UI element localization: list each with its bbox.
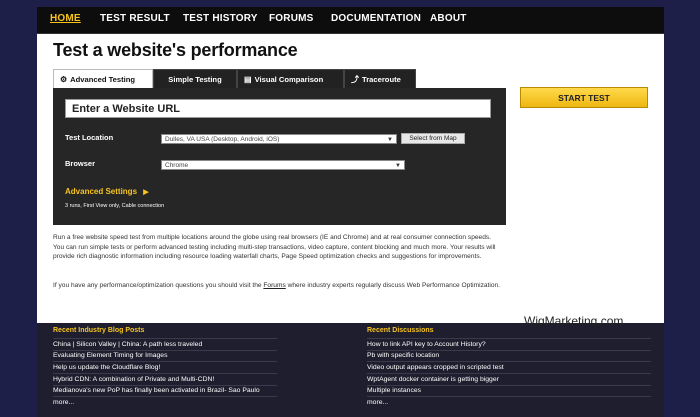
chevron-down-icon: ▼ [387,137,393,143]
blog-post-link[interactable]: Help us update the Cloudflare Blog! [53,363,333,373]
advanced-settings-toggle[interactable]: Advanced Settings ▶ [65,187,149,196]
forums-text-after: where industry experts regularly discuss… [285,282,501,289]
tab-advanced-testing[interactable]: ⚙ Advanced Testing [53,69,153,89]
tab-label: Traceroute [362,75,401,84]
discussion-link[interactable]: How to link API key to Account History? [367,340,657,350]
chevron-down-icon: ▼ [395,163,401,169]
main-content: Test a website's performance ⚙ Advanced T… [37,34,664,323]
blog-post-link[interactable]: China | Silicon Valley | China: A path l… [53,340,333,350]
select-from-map-button[interactable]: Select from Map [401,133,465,144]
forums-link[interactable]: Forums [263,282,285,289]
test-location-value: Dulles, VA USA (Desktop, Android, iOS) [165,136,280,143]
test-location-select[interactable]: Dulles, VA USA (Desktop, Android, iOS) ▼ [161,134,397,144]
divider [53,361,277,362]
tab-label: Simple Testing [168,75,222,84]
discussion-link[interactable]: Video output appears cropped in scripted… [367,363,657,373]
browser-select[interactable]: Chrome ▼ [161,160,405,170]
tab-simple-testing[interactable]: Simple Testing [153,69,237,88]
tab-label: Advanced Testing [70,75,136,84]
nav-home[interactable]: HOME [50,13,81,24]
tab-visual-comparison[interactable]: ▤ Visual Comparison [237,69,344,88]
tab-label: Visual Comparison [254,75,324,84]
window-frame [0,0,700,7]
discussion-link[interactable]: WptAgent docker container is getting big… [367,375,657,385]
divider [53,396,277,397]
blog-post-link[interactable]: Medianova's new PoP has finally been act… [53,386,353,396]
blog-heading: Recent Industry Blog Posts [53,327,145,334]
forums-paragraph: If you have any performance/optimization… [53,281,503,291]
nav-documentation[interactable]: DOCUMENTATION [331,13,421,24]
divider [367,396,651,397]
divider [367,338,651,339]
blog-post-link[interactable]: Hybrid CDN: A combination of Private and… [53,375,333,385]
advanced-settings-label: Advanced Settings [65,187,138,196]
nav-about[interactable]: ABOUT [430,13,467,24]
divider [367,361,651,362]
test-location-label: Test Location [65,133,114,142]
page-title: Test a website's performance [53,40,298,60]
test-settings-panel: Enter a Website URL Test Location Dulles… [53,88,506,225]
route-icon: ⤴ [351,75,359,84]
discussion-link[interactable]: Pb with specific location [367,351,657,361]
footer-lists: Recent Industry Blog Posts China | Silic… [37,323,664,417]
divider [53,373,277,374]
nav-forums[interactable]: FORUMS [269,13,314,24]
triangle-right-icon: ▶ [143,189,149,196]
divider [53,338,277,339]
forums-text-before: If you have any performance/optimization… [53,282,264,289]
nav-test-history[interactable]: TEST HISTORY [183,13,258,24]
blog-post-link[interactable]: Evaluating Element Timing for Images [53,351,333,361]
discussions-more-link[interactable]: more... [367,398,467,408]
advanced-settings-summary: 3 runs, First View only, Cable connectio… [65,203,165,209]
watermark-text: WigMarketing.com [524,314,624,328]
url-input[interactable]: Enter a Website URL [65,99,491,118]
divider [367,373,651,374]
intro-paragraph: Run a free website speed test from multi… [53,234,496,261]
browser-label: Browser [65,159,96,168]
start-test-button[interactable]: START TEST [520,87,648,108]
tab-traceroute[interactable]: ⤴ Traceroute [344,69,416,88]
discussions-heading: Recent Discussions [367,327,434,334]
nav-test-result[interactable]: TEST RESULT [100,13,170,24]
document-icon: ▤ [244,75,252,84]
top-nav: HOME TEST RESULT TEST HISTORY FORUMS DOC… [37,7,664,34]
browser-value: Chrome [165,162,189,169]
blog-more-link[interactable]: more... [53,398,153,408]
gear-icon: ⚙ [60,75,68,84]
discussion-link[interactable]: Multiple instances [367,386,657,396]
